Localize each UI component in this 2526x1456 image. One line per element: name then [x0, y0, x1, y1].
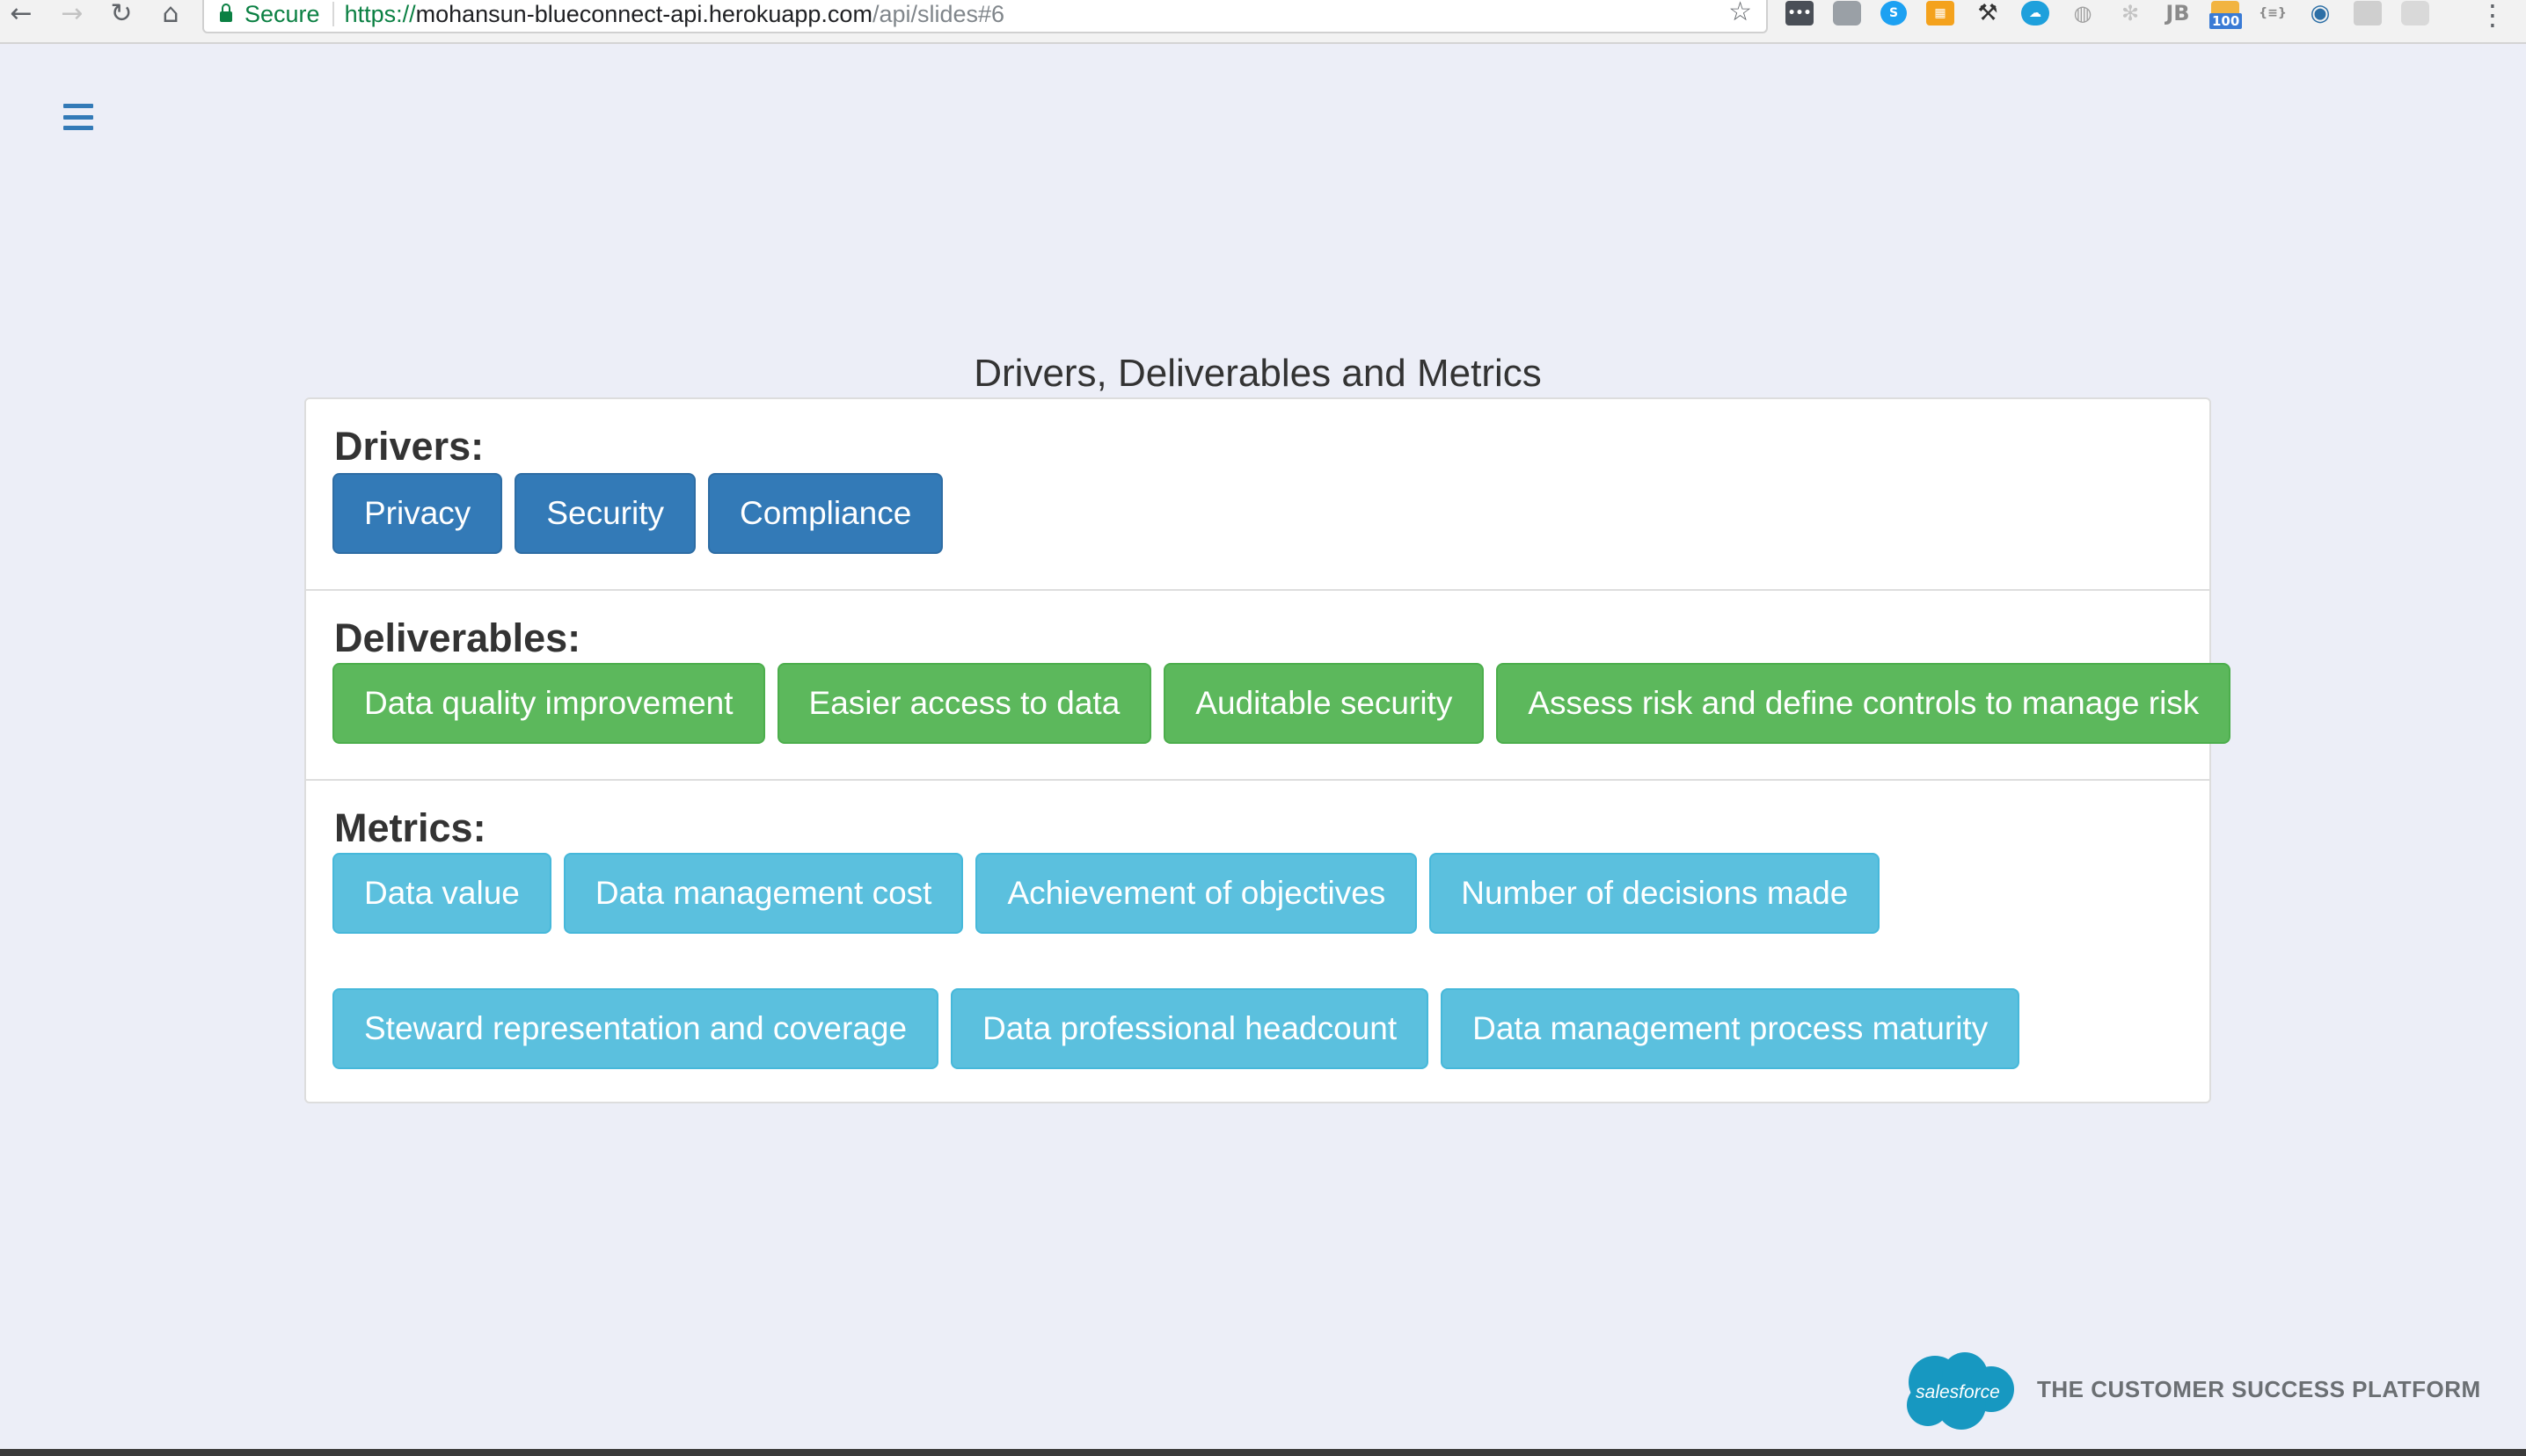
- address-bar[interactable]: Secure https://mohansun-blueconnect-api.…: [202, 0, 1768, 33]
- salesforce-logo: salesforce: [1907, 1352, 2014, 1430]
- back-arrow-icon[interactable]: ←: [4, 0, 39, 29]
- home-icon[interactable]: ⌂: [153, 0, 188, 29]
- metrics-section: Metrics: Data value Data management cost…: [306, 779, 2209, 1103]
- deliverables-heading: Deliverables:: [334, 615, 581, 660]
- page-title: Drivers, Deliverables and Metrics: [974, 352, 1542, 395]
- extension-snowflake-icon[interactable]: ✻: [2116, 1, 2144, 25]
- deliverable-button-auditable-security[interactable]: Auditable security: [1164, 663, 1485, 744]
- url-path: /api/slides#6: [872, 0, 1005, 27]
- metric-button-data-management-cost[interactable]: Data management cost: [563, 853, 964, 934]
- extension-json-icon[interactable]: {≡}: [2259, 1, 2287, 25]
- drivers-button-row: Privacy Security Compliance: [332, 473, 944, 554]
- extension-salesforce-icon[interactable]: ☁: [2021, 1, 2049, 25]
- extension-box-icon[interactable]: [2354, 1, 2382, 25]
- url-host: mohansun-blueconnect-api.herokuapp.com: [415, 0, 872, 27]
- metric-button-steward-representation[interactable]: Steward representation and coverage: [332, 988, 939, 1069]
- omnibox-divider: [332, 2, 334, 26]
- drivers-heading: Drivers:: [334, 424, 485, 469]
- bookmark-star-icon[interactable]: ☆: [1728, 0, 1752, 27]
- hamburger-menu-icon[interactable]: [63, 104, 93, 130]
- deliverable-button-assess-risk[interactable]: Assess risk and define controls to manag…: [1496, 663, 2231, 744]
- metric-button-data-value[interactable]: Data value: [332, 853, 551, 934]
- extension-skype-icon[interactable]: S: [1880, 1, 1907, 25]
- driver-button-privacy[interactable]: Privacy: [332, 473, 503, 554]
- metric-button-data-professional-headcount[interactable]: Data professional headcount: [951, 988, 1429, 1069]
- extension-badge: 100: [2209, 13, 2243, 29]
- extension-wrench-icon[interactable]: ⚒: [1974, 0, 2002, 26]
- secure-label: Secure: [245, 0, 320, 27]
- deliverables-section: Deliverables: Data quality improvement E…: [306, 589, 2231, 779]
- driver-button-compliance[interactable]: Compliance: [707, 473, 944, 554]
- extension-gray-icon[interactable]: [2401, 1, 2429, 25]
- salesforce-logo-text: salesforce: [1916, 1382, 2000, 1402]
- deliverable-button-data-quality[interactable]: Data quality improvement: [332, 663, 765, 744]
- metrics-heading: Metrics:: [334, 805, 486, 850]
- window-bottom-edge: [0, 1449, 2526, 1456]
- extension-square-icon[interactable]: [1833, 1, 1861, 25]
- browser-toolbar: ← → ↻ ⌂ Secure https://mohansun-blueconn…: [0, 0, 2526, 44]
- forward-arrow-icon[interactable]: →: [55, 0, 90, 29]
- extension-feed-icon[interactable]: ▦: [1926, 1, 1954, 25]
- extension-counter-icon[interactable]: 100: [2209, 1, 2243, 29]
- extension-dots-icon[interactable]: •••: [1785, 1, 1814, 25]
- extension-jb-icon[interactable]: JB: [2164, 1, 2192, 25]
- metrics-button-row-1: Data value Data management cost Achievem…: [332, 853, 1880, 934]
- url-scheme: https://: [344, 0, 416, 27]
- salesforce-tagline: THE CUSTOMER SUCCESS PLATFORM: [2037, 1376, 2481, 1402]
- metric-button-process-maturity[interactable]: Data management process maturity: [1441, 988, 2020, 1069]
- extension-eye-icon[interactable]: ◉: [2306, 0, 2334, 26]
- content-panel: Drivers: Privacy Security Compliance Del…: [304, 397, 2231, 1103]
- lock-icon: [220, 4, 232, 22]
- metric-button-number-of-decisions[interactable]: Number of decisions made: [1429, 853, 1880, 934]
- extensions-bar: ••• S ▦ ⚒ ☁ ◍ ✻ JB 100 {≡} ◉: [1785, 0, 2429, 29]
- drivers-section: Drivers: Privacy Security Compliance: [306, 399, 2209, 589]
- metric-button-achievement-of-objectives[interactable]: Achievement of objectives: [975, 853, 1418, 934]
- metrics-button-row-2: Steward representation and coverage Data…: [332, 988, 2020, 1069]
- browser-menu-icon[interactable]: ⋮: [2479, 0, 2507, 32]
- deliverable-button-easier-access[interactable]: Easier access to data: [777, 663, 1152, 744]
- extension-globe-icon[interactable]: ◍: [2069, 1, 2097, 25]
- deliverables-button-row: Data quality improvement Easier access t…: [332, 663, 2231, 744]
- driver-button-security[interactable]: Security: [515, 473, 696, 554]
- reload-icon[interactable]: ↻: [104, 0, 139, 29]
